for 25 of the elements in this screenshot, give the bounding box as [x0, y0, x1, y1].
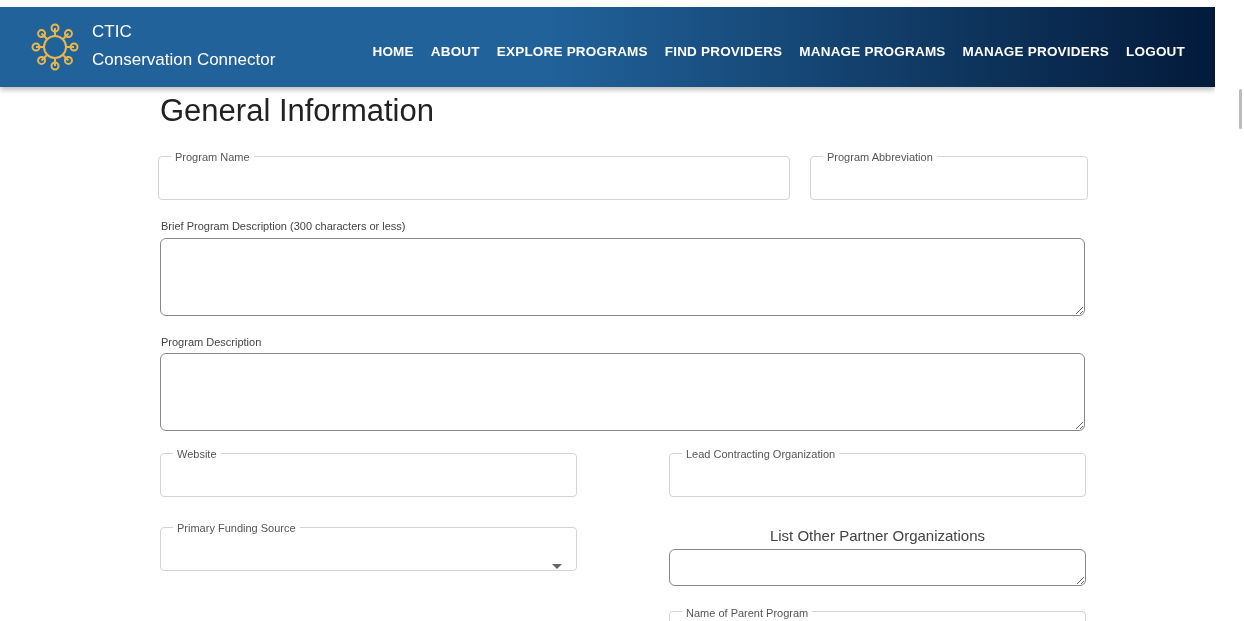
text-area[interactable]: [160, 353, 1085, 431]
brand-name: Conservation Connector: [92, 49, 276, 71]
brand-abbreviation: CTIC: [92, 21, 133, 43]
nav-link[interactable]: FIND PROVIDERS: [664, 41, 783, 63]
nav-link[interactable]: EXPLORE PROGRAMS: [496, 41, 648, 63]
section-label: List Other Partner Organizations: [768, 526, 987, 546]
caret-icon: [552, 564, 562, 569]
field-label: Brief Program Description (300 characters or less): [161, 219, 407, 234]
field-label: Website: [177, 448, 217, 460]
logo-icon: [30, 22, 80, 72]
nav-link[interactable]: HOME: [372, 41, 414, 63]
text-area[interactable]: [669, 548, 1086, 586]
page-title: General Information: [160, 92, 434, 130]
field-label: Program Abbreviation: [827, 151, 933, 163]
field-label: Name of Parent Program: [686, 606, 809, 619]
field-label: Program Description: [161, 334, 263, 350]
field-label: Program Name: [175, 151, 250, 163]
text-area[interactable]: [160, 237, 1085, 316]
nav-link[interactable]: MANAGE PROVIDERS: [962, 41, 1110, 63]
nav-link[interactable]: MANAGE PROGRAMS: [799, 41, 946, 63]
scrollbar-thumb[interactable]: [1239, 89, 1242, 129]
field-label: Lead Contracting Organization: [686, 448, 836, 460]
field-label: Primary Funding Source: [177, 522, 296, 534]
nav-link[interactable]: ABOUT: [430, 41, 480, 63]
nav-link[interactable]: LOGOUT: [1126, 41, 1185, 63]
